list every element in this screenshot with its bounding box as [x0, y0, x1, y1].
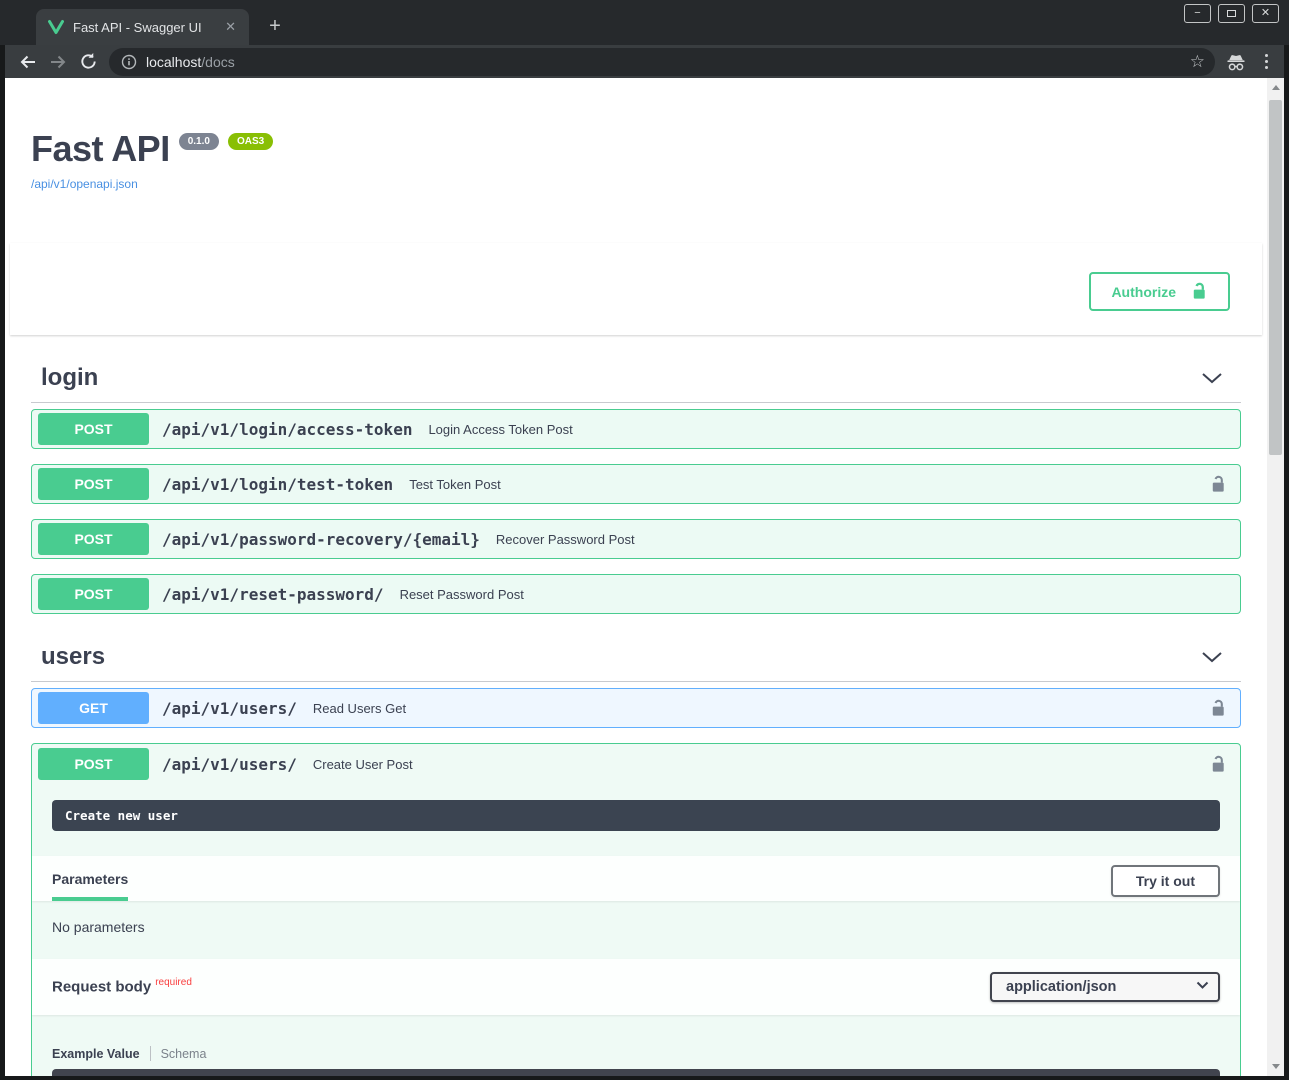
example-code-block[interactable]: { [52, 1069, 1220, 1076]
model-example-tabs: Example Value Schema [52, 1046, 1220, 1061]
operation-row[interactable]: GET /api/v1/users/ Read Users Get [31, 688, 1241, 728]
schema-tab[interactable]: Schema [161, 1047, 207, 1061]
required-badge: required [155, 977, 192, 988]
operation-path: /api/v1/reset-password/ [162, 585, 384, 604]
unlock-icon [1210, 699, 1226, 718]
operation-path: /api/v1/password-recovery/{email} [162, 530, 480, 549]
bookmark-star-icon[interactable]: ☆ [1190, 53, 1205, 70]
no-parameters-text: No parameters [52, 901, 1220, 959]
kebab-menu-icon [1265, 54, 1268, 57]
section-title: users [31, 643, 105, 671]
url-host: localhost [146, 54, 201, 70]
auth-lock-button[interactable] [1210, 475, 1226, 494]
swagger-favicon-icon [48, 19, 64, 35]
browser-window: Fast API - Swagger UI ✕ + − ✕ [0, 0, 1289, 1080]
tab-separator [150, 1046, 151, 1061]
content-type-select-wrap: application/json [990, 972, 1220, 1002]
operation-summary: Login Access Token Post [428, 422, 572, 437]
section-login-header[interactable]: login [31, 364, 1241, 403]
collapse-chevron-icon[interactable] [1201, 371, 1223, 385]
operation-row[interactable]: POST /api/v1/login/access-token Login Ac… [31, 409, 1241, 449]
openapi-spec-link[interactable]: /api/v1/openapi.json [31, 177, 138, 191]
url-bar[interactable]: localhost/docs ☆ [109, 48, 1215, 76]
site-info-icon[interactable] [121, 54, 137, 70]
operation-summary: Read Users Get [313, 701, 406, 716]
operation-path: /api/v1/users/ [162, 699, 297, 718]
arrow-right-icon [48, 52, 68, 72]
incognito-icon [1225, 52, 1247, 72]
collapse-chevron-icon[interactable] [1201, 650, 1223, 664]
operation-summary: Recover Password Post [496, 532, 635, 547]
operation-row[interactable]: POST /api/v1/login/test-token Test Token… [31, 464, 1241, 504]
operation-path: /api/v1/users/ [162, 755, 297, 774]
window-maximize-button[interactable] [1218, 4, 1245, 23]
scrollbar[interactable] [1267, 78, 1284, 1076]
browser-tab[interactable]: Fast API - Swagger UI ✕ [36, 9, 249, 45]
method-badge: POST [38, 578, 149, 610]
scroll-up-button[interactable] [1267, 80, 1284, 95]
arrow-left-icon [18, 52, 38, 72]
operation-summary: Reset Password Post [400, 587, 524, 602]
operation-description: Create new user [65, 808, 178, 823]
operation-block-expanded: POST /api/v1/users/ Create User Post [31, 743, 1241, 1076]
try-it-out-button[interactable]: Try it out [1111, 865, 1220, 897]
operation-summary: Create User Post [313, 757, 413, 772]
tab-title: Fast API - Swagger UI [73, 20, 220, 35]
section-title: login [31, 364, 98, 392]
parameters-tab[interactable]: Parameters [52, 858, 128, 901]
operation-path: /api/v1/login/test-token [162, 475, 393, 494]
method-badge: POST [38, 748, 149, 780]
parameters-header: Parameters Try it out [32, 856, 1240, 901]
request-body-label: Request body [52, 979, 151, 996]
authorize-label: Authorize [1111, 284, 1176, 300]
content-type-select[interactable]: application/json [990, 972, 1220, 1002]
reload-button[interactable] [73, 48, 103, 76]
browser-toolbar: localhost/docs ☆ [5, 45, 1284, 78]
page-viewport: Fast API 0.1.0 OAS3 /api/v1/openapi.json… [5, 78, 1284, 1076]
unlock-icon [1210, 755, 1226, 774]
auth-lock-button[interactable] [1210, 699, 1226, 718]
operation-summary: Test Token Post [409, 477, 501, 492]
unlock-icon [1210, 475, 1226, 494]
window-minimize-button[interactable]: − [1184, 4, 1211, 23]
browser-titlebar: Fast API - Swagger UI ✕ + − ✕ [0, 0, 1289, 45]
scroll-down-button[interactable] [1267, 1059, 1284, 1074]
authorize-button[interactable]: Authorize [1089, 272, 1230, 311]
method-badge: POST [38, 468, 149, 500]
reload-icon [79, 52, 98, 71]
forward-button[interactable] [43, 48, 73, 76]
scheme-container: Authorize [10, 243, 1262, 335]
operation-path: /api/v1/login/access-token [162, 420, 412, 439]
section-users-header[interactable]: users [31, 643, 1241, 682]
operation-row[interactable]: POST /api/v1/users/ Create User Post [32, 744, 1240, 784]
window-controls: − ✕ [1184, 4, 1279, 23]
operation-row[interactable]: POST /api/v1/reset-password/ Reset Passw… [31, 574, 1241, 614]
window-close-button[interactable]: ✕ [1252, 4, 1279, 23]
operation-row[interactable]: POST /api/v1/password-recovery/{email} R… [31, 519, 1241, 559]
method-badge: POST [38, 413, 149, 445]
oas3-badge: OAS3 [228, 133, 273, 150]
page-content: Fast API 0.1.0 OAS3 /api/v1/openapi.json… [5, 78, 1267, 1076]
browser-menu-button[interactable] [1259, 50, 1274, 73]
page-title: Fast API [31, 128, 170, 170]
new-tab-button[interactable]: + [262, 14, 288, 40]
back-button[interactable] [13, 48, 43, 76]
operation-description-bar: Create new user [52, 800, 1220, 831]
unlock-icon [1190, 282, 1208, 301]
url-path: /docs [201, 54, 234, 70]
tab-close-button[interactable]: ✕ [220, 17, 241, 37]
request-body-title: Request body required [52, 977, 192, 996]
version-badge: 0.1.0 [179, 133, 219, 150]
auth-lock-button[interactable] [1210, 755, 1226, 774]
scroll-thumb[interactable] [1269, 100, 1282, 455]
example-value-tab[interactable]: Example Value [52, 1047, 140, 1061]
method-badge: POST [38, 523, 149, 555]
incognito-button[interactable] [1225, 52, 1247, 72]
triangle-up-icon [1272, 85, 1280, 90]
api-info: Fast API 0.1.0 OAS3 /api/v1/openapi.json [31, 128, 1241, 193]
method-badge: GET [38, 692, 149, 724]
request-body-header: Request body required application/json [32, 959, 1240, 1015]
maximize-icon [1227, 10, 1236, 17]
triangle-down-icon [1272, 1064, 1280, 1069]
